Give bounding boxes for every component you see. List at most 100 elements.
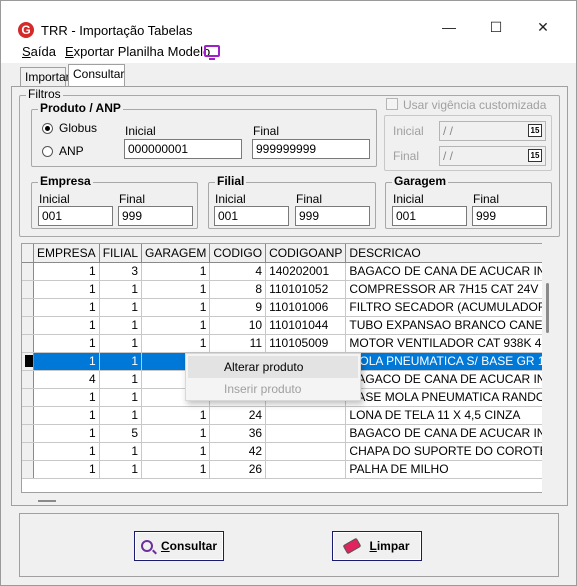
table-cell[interactable]: 1 xyxy=(33,280,100,299)
table-row[interactable]: 1 1 1 9 110101006 FILTRO SECADOR (ACUMULADOR xyxy=(22,298,542,317)
table-cell[interactable]: 9 xyxy=(209,298,267,317)
table-row[interactable]: 1 5 1 36 BAGACO DE CANA DE ACUCAR IN xyxy=(22,424,542,443)
row-indicator[interactable] xyxy=(22,352,34,371)
table-cell[interactable]: 110105009 xyxy=(265,334,347,353)
row-indicator[interactable] xyxy=(22,280,34,299)
table-cell[interactable]: 110101006 xyxy=(265,298,347,317)
table-cell[interactable]: 1 xyxy=(141,442,211,461)
table-cell[interactable] xyxy=(265,424,347,443)
table-cell[interactable]: BASE MOLA PNEUMATICA RANDO xyxy=(345,388,542,407)
table-cell[interactable]: COMPRESSOR AR 7H15 CAT 24V 8 xyxy=(345,280,542,299)
menu-saida[interactable]: Saída xyxy=(22,44,56,59)
table-row[interactable]: 1 1 1 42 CHAPA DO SUPORTE DO COROTE xyxy=(22,442,542,461)
radio-anp[interactable] xyxy=(42,146,53,157)
table-cell[interactable] xyxy=(265,442,347,461)
minimize-button[interactable]: — xyxy=(426,13,472,41)
table-cell[interactable]: 8 xyxy=(209,280,267,299)
table-cell[interactable]: 1 xyxy=(99,406,143,425)
table-cell[interactable]: 1 xyxy=(33,316,100,335)
table-cell[interactable]: CHAPA DO SUPORTE DO COROTE xyxy=(345,442,542,461)
table-cell[interactable]: 110101052 xyxy=(265,280,347,299)
tab-consultar[interactable]: Consultar xyxy=(68,64,125,87)
maximize-button[interactable]: ☐ xyxy=(473,13,519,41)
table-cell[interactable]: 1 xyxy=(99,280,143,299)
table-cell[interactable]: 1 xyxy=(99,298,143,317)
produto-final-input[interactable]: 999999999 xyxy=(252,139,370,159)
table-cell[interactable]: 1 xyxy=(99,442,143,461)
row-indicator[interactable] xyxy=(22,316,34,335)
row-indicator[interactable] xyxy=(22,370,34,389)
table-cell[interactable]: 1 xyxy=(33,334,100,353)
row-indicator[interactable] xyxy=(22,298,34,317)
table-cell[interactable]: MOLA PNEUMATICA S/ BASE GR 1 xyxy=(345,352,542,371)
menu-item-inserir-produto[interactable]: Inserir produto xyxy=(188,378,358,400)
row-indicator[interactable] xyxy=(22,388,34,407)
table-cell[interactable]: 140202001 xyxy=(265,262,347,281)
table-cell[interactable]: BAGACO DE CANA DE ACUCAR IN xyxy=(345,262,542,281)
grid-vertical-scrollbar[interactable] xyxy=(542,243,553,493)
table-row[interactable]: 1 3 1 4 140202001 BAGACO DE CANA DE ACUCAR IN xyxy=(22,262,542,281)
table-cell[interactable]: 1 xyxy=(141,316,211,335)
table-cell[interactable]: BAGACO DE CANA DE ACUCAR IN xyxy=(345,424,542,443)
table-cell[interactable]: 3 xyxy=(99,262,143,281)
table-cell[interactable]: 1 xyxy=(99,334,143,353)
table-cell[interactable]: 11 xyxy=(209,334,267,353)
table-row[interactable]: 1 1 1 8 110101052 COMPRESSOR AR 7H15 CAT 24V … xyxy=(22,280,542,299)
close-button[interactable]: ✕ xyxy=(520,13,566,41)
filial-final-input[interactable]: 999 xyxy=(295,206,370,226)
table-cell[interactable]: BAGACO DE CANA DE ACUCAR IN xyxy=(345,370,542,389)
row-indicator[interactable] xyxy=(22,406,34,425)
table-cell[interactable]: 1 xyxy=(99,460,143,479)
table-cell[interactable]: 1 xyxy=(33,388,100,407)
table-row[interactable]: 1 1 1 11 110105009 MOTOR VENTILADOR CAT 938K … xyxy=(22,334,542,353)
table-cell[interactable]: 4 xyxy=(209,262,267,281)
column-header[interactable]: DESCRICAO xyxy=(345,244,542,263)
row-indicator[interactable] xyxy=(22,460,34,479)
table-cell[interactable]: 1 xyxy=(33,352,100,371)
filial-inicial-input[interactable]: 001 xyxy=(214,206,289,226)
row-indicator[interactable] xyxy=(22,442,34,461)
table-row[interactable]: 1 1 1 26 PALHA DE MILHO xyxy=(22,460,542,479)
garagem-final-input[interactable]: 999 xyxy=(472,206,547,226)
table-cell[interactable]: 1 xyxy=(99,370,143,389)
consultar-button[interactable]: Consultar xyxy=(134,531,224,561)
table-cell[interactable]: 10 xyxy=(209,316,267,335)
scrollbar-thumb[interactable] xyxy=(546,283,549,333)
column-header[interactable]: CODIGOANP xyxy=(265,244,347,263)
row-indicator[interactable] xyxy=(22,334,34,353)
table-cell[interactable]: 1 xyxy=(33,460,100,479)
table-cell[interactable]: 1 xyxy=(99,352,143,371)
table-row[interactable]: 1 1 1 24 LONA DE TELA 11 X 4,5 CINZA xyxy=(22,406,542,425)
produto-inicial-input[interactable]: 000000001 xyxy=(124,139,242,159)
table-cell[interactable]: 1 xyxy=(141,298,211,317)
table-cell[interactable]: 1 xyxy=(33,424,100,443)
table-cell[interactable]: 1 xyxy=(33,262,100,281)
monitor-icon[interactable] xyxy=(204,45,220,60)
table-cell[interactable]: 1 xyxy=(141,280,211,299)
menu-exportar-planilha[interactable]: Exportar Planilha Modelo xyxy=(65,44,210,59)
table-cell[interactable]: 1 xyxy=(99,388,143,407)
table-cell[interactable]: 24 xyxy=(209,406,267,425)
row-indicator[interactable] xyxy=(22,424,34,443)
table-cell[interactable]: 1 xyxy=(33,298,100,317)
grid-horizontal-scrollbar[interactable] xyxy=(38,500,56,502)
table-cell[interactable]: 36 xyxy=(209,424,267,443)
table-cell[interactable]: 4 xyxy=(33,370,100,389)
table-cell[interactable]: 1 xyxy=(141,424,211,443)
table-cell[interactable]: 110101044 xyxy=(265,316,347,335)
tab-importar[interactable]: Importar xyxy=(20,67,70,87)
table-cell[interactable]: 1 xyxy=(141,334,211,353)
row-indicator[interactable] xyxy=(22,262,34,281)
vigencia-checkbox[interactable] xyxy=(386,98,398,110)
table-cell[interactable]: 1 xyxy=(33,406,100,425)
table-cell[interactable]: 1 xyxy=(141,406,211,425)
empresa-inicial-input[interactable]: 001 xyxy=(38,206,113,226)
table-cell[interactable]: LONA DE TELA 11 X 4,5 CINZA xyxy=(345,406,542,425)
column-header[interactable]: GARAGEM xyxy=(141,244,211,263)
table-cell[interactable] xyxy=(265,460,347,479)
table-cell[interactable] xyxy=(265,406,347,425)
table-cell[interactable]: 1 xyxy=(99,316,143,335)
table-row[interactable]: 1 1 1 10 110101044 TUBO EXPANSAO BRANCO CANET xyxy=(22,316,542,335)
calendar-icon[interactable]: 15 xyxy=(528,124,542,137)
table-cell[interactable]: 1 xyxy=(141,262,211,281)
